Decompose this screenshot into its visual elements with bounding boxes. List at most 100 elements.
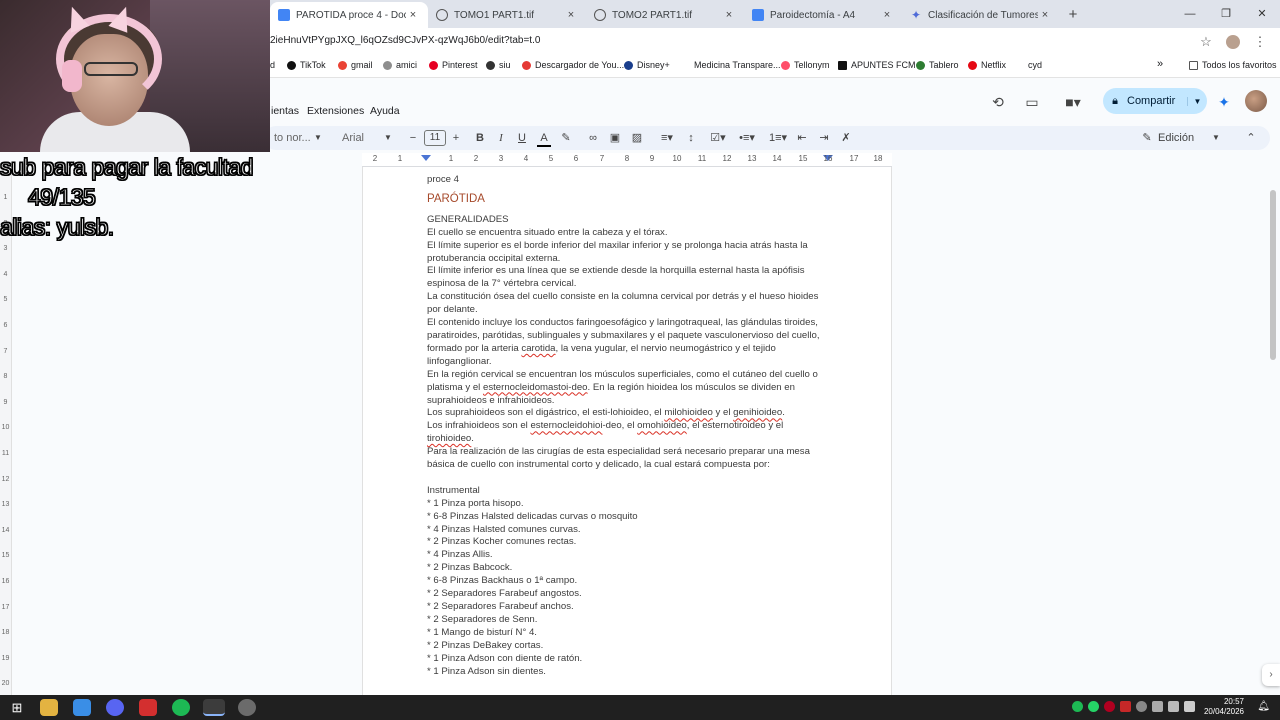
misspelled-word[interactable]: tirohioideo xyxy=(427,433,471,444)
misspelled-word[interactable]: carotida xyxy=(521,343,555,354)
comments-icon[interactable]: ▭ xyxy=(1022,92,1042,112)
bookmark-item[interactable]: Descargador de You... xyxy=(522,60,624,70)
menu-dots-icon[interactable]: ⋮ xyxy=(1250,32,1270,52)
align-icon[interactable]: ≡▾ xyxy=(656,129,678,147)
bookmark-item[interactable]: gmail xyxy=(338,60,373,70)
tray-app-icon[interactable] xyxy=(1104,701,1115,712)
url-field[interactable]: 2ieHnuVtPYgpJXQ_l6qOZsd9CJvPX-qzWqJ6b0/e… xyxy=(270,35,540,46)
wifi-icon[interactable] xyxy=(1152,701,1163,712)
misspelled-word[interactable]: genihioideo xyxy=(733,407,782,418)
scrollbar-thumb[interactable] xyxy=(1270,190,1276,360)
bookmark-item[interactable]: TikTok xyxy=(287,60,326,70)
tab-clasificacion[interactable]: ✦ Clasificación de Tumores de Gl × xyxy=(902,2,1060,28)
close-tab-icon[interactable]: × xyxy=(722,9,736,21)
bookmark-label: Pinterest xyxy=(442,60,478,70)
link-icon[interactable]: ∞ xyxy=(586,129,600,147)
store-icon[interactable] xyxy=(73,699,91,716)
ruler-number: 18 xyxy=(873,154,883,163)
menu-ayuda[interactable]: Ayuda xyxy=(370,105,400,117)
bookmark-item[interactable]: Tellonym xyxy=(781,60,830,70)
bookmark-item[interactable]: Disney+ xyxy=(624,60,670,70)
document-body[interactable]: proce 4 PARÓTIDA GENERALIDADES El cuello… xyxy=(427,174,837,678)
tray-app-icon[interactable] xyxy=(1120,701,1131,712)
tab-parotida-doc[interactable]: PAROTIDA proce 4 - Document × xyxy=(270,2,428,28)
highlight-icon[interactable]: ✎ xyxy=(559,129,573,147)
bookmark-item[interactable]: APUNTES FCM xyxy=(838,60,916,70)
text-color-button[interactable]: A xyxy=(537,129,551,147)
close-tab-icon[interactable]: × xyxy=(564,9,578,21)
bookmark-star-icon[interactable]: ☆ xyxy=(1196,32,1216,52)
bookmarks-overflow-button[interactable]: » xyxy=(1157,58,1163,70)
bookmark-label: siu xyxy=(499,60,511,70)
document-page[interactable]: proce 4 PARÓTIDA GENERALIDADES El cuello… xyxy=(362,167,892,695)
obs-icon[interactable] xyxy=(238,699,256,716)
notification-bell-icon[interactable]: 🔔︎ xyxy=(1257,701,1270,712)
bookmark-item[interactable]: d xyxy=(270,60,275,70)
menu-herramientas[interactable]: ientas xyxy=(271,105,299,117)
bookmark-item[interactable]: Netflix xyxy=(968,60,1006,70)
decrease-font-icon[interactable]: − xyxy=(406,129,420,147)
avatar[interactable] xyxy=(1245,90,1267,112)
menu-extensiones[interactable]: Extensiones xyxy=(307,105,364,117)
restore-button[interactable]: ❐ xyxy=(1208,0,1244,28)
bookmark-item[interactable]: Tablero xyxy=(916,60,959,70)
file-explorer-icon[interactable] xyxy=(40,699,58,716)
chrome-icon[interactable] xyxy=(203,699,225,716)
discord-icon[interactable] xyxy=(106,699,124,716)
tab-tomo2[interactable]: TOMO2 PART1.tif × xyxy=(586,2,744,28)
windows-start-icon[interactable]: ⊞ xyxy=(8,699,26,716)
line-spacing-icon[interactable]: ↕ xyxy=(684,129,698,147)
battery-icon[interactable] xyxy=(1168,701,1179,712)
gmail-icon xyxy=(338,60,347,70)
increase-indent-icon[interactable]: ⇥ xyxy=(817,129,831,147)
collapse-toolbar-icon[interactable]: ⌃ xyxy=(1244,129,1258,147)
close-window-button[interactable]: ✕ xyxy=(1244,0,1280,28)
underline-button[interactable]: U xyxy=(515,129,529,147)
increase-font-icon[interactable]: + xyxy=(449,129,463,147)
misspelled-word[interactable]: esternocleidohioi xyxy=(530,420,602,431)
checklist-icon[interactable]: ☑▾ xyxy=(707,129,729,147)
bookmark-item[interactable]: Pinterest xyxy=(429,60,478,70)
font-select[interactable]: Arial xyxy=(342,129,382,147)
close-tab-icon[interactable]: × xyxy=(1038,9,1052,21)
meet-icon[interactable]: ■▾ xyxy=(1058,92,1088,112)
taskbar-clock[interactable]: 20:57 20/04/2026 xyxy=(1204,697,1244,717)
bullet-list-icon[interactable]: •≡▾ xyxy=(736,129,758,147)
history-icon[interactable]: ⟲ xyxy=(988,92,1008,112)
italic-button[interactable]: I xyxy=(494,129,508,147)
all-bookmarks-folder[interactable]: Todos los favoritos xyxy=(1189,60,1277,70)
indent-marker[interactable] xyxy=(421,155,431,161)
spotify-icon[interactable] xyxy=(172,699,190,716)
app-red-icon[interactable] xyxy=(139,699,157,716)
tab-paroidectomia[interactable]: Paroidectomía - A4 × xyxy=(744,2,902,28)
misspelled-word[interactable]: milohioideo xyxy=(664,407,713,418)
font-size-input[interactable]: 11 xyxy=(424,130,446,146)
explore-panel-button[interactable]: › xyxy=(1262,664,1280,686)
tab-tomo1[interactable]: TOMO1 PART1.tif × xyxy=(428,2,586,28)
tray-app-icon[interactable] xyxy=(1136,701,1147,712)
bookmark-item[interactable]: Medicina Transpare... xyxy=(694,60,781,70)
tray-whatsapp-icon[interactable] xyxy=(1088,701,1099,712)
editing-mode-select[interactable]: Edición xyxy=(1158,129,1208,147)
gemini-icon[interactable]: ✦ xyxy=(1214,92,1234,112)
bookmark-item[interactable]: amici xyxy=(383,60,417,70)
close-tab-icon[interactable]: × xyxy=(880,9,894,21)
misspelled-word[interactable]: omohioideo xyxy=(637,420,687,431)
bookmark-item[interactable]: cyd xyxy=(1028,60,1042,70)
misspelled-word[interactable]: esternocleidomastoi-deo xyxy=(483,382,588,393)
new-tab-button[interactable]: + xyxy=(1060,2,1086,28)
close-tab-icon[interactable]: × xyxy=(406,9,420,21)
profile-icon[interactable] xyxy=(1226,35,1240,49)
insert-image-icon[interactable]: ▨ xyxy=(630,129,644,147)
decrease-indent-icon[interactable]: ⇤ xyxy=(795,129,809,147)
share-button[interactable]: 🔒︎ Compartir ▼ xyxy=(1103,88,1207,114)
bookmark-item[interactable]: siu xyxy=(486,60,511,70)
tray-spotify-icon[interactable] xyxy=(1072,701,1083,712)
bold-button[interactable]: B xyxy=(473,129,487,147)
add-comment-icon[interactable]: ▣ xyxy=(608,129,622,147)
minimize-button[interactable]: — xyxy=(1172,0,1208,28)
volume-icon[interactable] xyxy=(1184,701,1195,712)
numbered-list-icon[interactable]: 1≡▾ xyxy=(767,129,789,147)
clear-formatting-icon[interactable]: ✗ xyxy=(839,129,853,147)
chevron-down-icon[interactable]: ▼ xyxy=(1187,96,1207,106)
